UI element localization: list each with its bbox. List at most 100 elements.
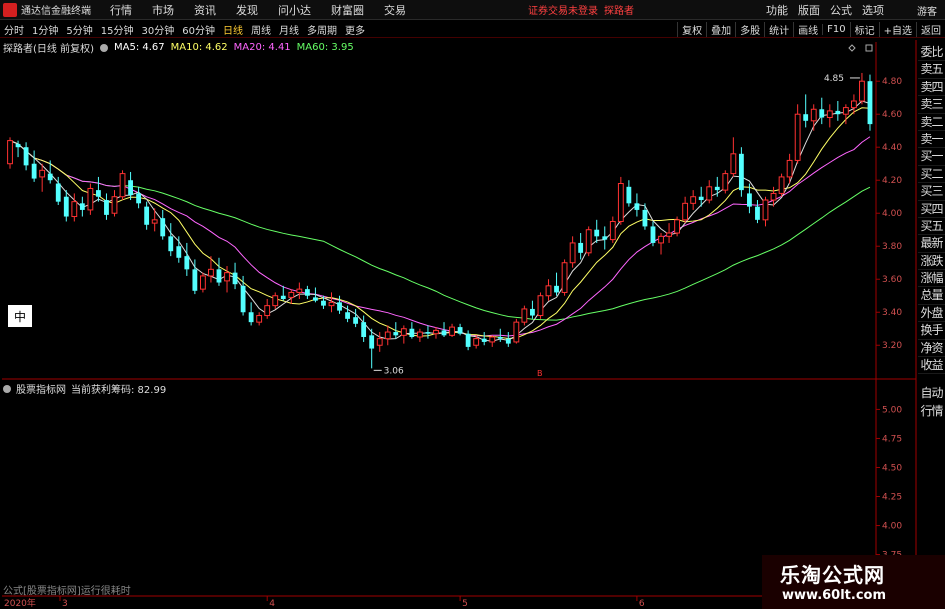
- candle-up: [794, 113, 801, 161]
- sidebar-item[interactable]: 卖三: [918, 96, 945, 114]
- candle-down: [345, 312, 350, 319]
- sub-tick-label: 4.00: [882, 522, 902, 532]
- candle-down: [160, 218, 166, 237]
- ma-legend: 探路者(日线 前复权) MA5: 4.67 MA10: 4.62 MA20: 4…: [3, 40, 360, 55]
- candle-down: [634, 203, 640, 210]
- ma60-label: MA60: 3.95: [296, 42, 354, 53]
- candle-up: [545, 285, 552, 297]
- sidebar-item[interactable]: 卖四: [918, 79, 945, 97]
- candle-down: [554, 285, 559, 293]
- sidebar-item[interactable]: 买一: [918, 148, 945, 166]
- candle-down: [337, 302, 342, 311]
- price-tick-label: 4.00: [882, 209, 902, 219]
- sidebar-item[interactable]: 最新: [918, 235, 945, 253]
- candle-down: [642, 209, 648, 227]
- candle-down: [240, 285, 246, 313]
- candle-down: [136, 193, 142, 204]
- candle-up: [617, 183, 624, 222]
- sub-pane-title[interactable]: 股票指标网: [16, 381, 66, 396]
- sidebar-item[interactable]: 涨跌: [918, 253, 945, 271]
- candle-up: [561, 262, 568, 293]
- sidebar-item[interactable]: 外盘: [918, 305, 945, 323]
- candle-down: [867, 81, 873, 125]
- candle-up: [842, 107, 849, 115]
- candle-down: [578, 242, 584, 253]
- sidebar-item[interactable]: 卖二: [918, 114, 945, 131]
- candle-up: [111, 196, 118, 214]
- candle-up: [850, 100, 857, 109]
- candle-up: [384, 331, 391, 340]
- candle-down: [144, 206, 150, 225]
- candle-up: [722, 173, 729, 191]
- sub-tick-label: 4.75: [882, 434, 902, 444]
- chart-title[interactable]: 探路者(日线 前复权): [3, 40, 94, 55]
- kline-chart[interactable]: 4.80 4.60 4.40 4.20 4.00 3.80 3.60 3.40 3.20 5.0…: [0, 0, 945, 609]
- sidebar-item[interactable]: 净资: [918, 340, 945, 358]
- window-restore-icon: [865, 44, 873, 52]
- brand-watermark: 乐淘公式网 www.60lt.com: [762, 555, 945, 609]
- sidebar-item[interactable]: 卖五: [918, 61, 945, 79]
- candle-down: [497, 336, 503, 339]
- sidebar-item[interactable]: 委比: [918, 44, 945, 62]
- price-axis: 4.80 4.60 4.40 4.20 4.00 3.80 3.60 3.40 3.20: [876, 77, 902, 351]
- candle-up: [272, 295, 279, 307]
- month-label: 3: [62, 599, 68, 609]
- candle-down: [23, 147, 29, 166]
- high-price-label: 4.85: [824, 74, 844, 84]
- candle-up: [296, 288, 303, 293]
- candle-up: [199, 275, 206, 290]
- candle-up: [585, 229, 592, 254]
- candle-down: [79, 203, 85, 210]
- sidebar-item[interactable]: 换手: [918, 322, 945, 340]
- settings-circle-icon[interactable]: [99, 43, 108, 52]
- candle-down: [216, 269, 222, 283]
- candle-down: [409, 328, 415, 337]
- candle-down: [393, 332, 399, 336]
- candle-down: [104, 200, 109, 215]
- candle-down: [803, 114, 809, 121]
- candle-up: [770, 192, 777, 201]
- sub-pane-legend: 股票指标网 当前获利筹码: 82.99: [3, 381, 171, 396]
- candle-up: [208, 268, 214, 277]
- candle-down: [369, 335, 375, 349]
- candle-up: [7, 140, 13, 165]
- candle-down: [313, 297, 318, 301]
- auto-label[interactable]: 自动: [918, 384, 945, 402]
- candle-down: [232, 272, 238, 285]
- sidebar-item[interactable]: 买二: [918, 166, 945, 184]
- sidebar-item[interactable]: 收益: [918, 357, 945, 375]
- auto-quote[interactable]: 自动 行情: [918, 384, 945, 420]
- sidebar-item[interactable]: 总量: [918, 287, 945, 305]
- candle-up: [433, 329, 439, 335]
- price-tick-label: 3.60: [882, 275, 902, 285]
- profit-chips-label: 当前获利筹码: 82.99: [71, 385, 167, 396]
- sub-tick-label: 5.00: [882, 405, 902, 415]
- candle-down: [465, 333, 471, 347]
- sidebar-item[interactable]: 买三: [918, 183, 945, 201]
- candle-up: [682, 202, 689, 221]
- candle-down: [481, 338, 487, 342]
- sidebar-item[interactable]: 卖一: [918, 131, 945, 149]
- sidebar-item[interactable]: 涨幅: [918, 270, 945, 288]
- low-price-label: 3.06: [384, 366, 404, 376]
- mid-button[interactable]: 中: [8, 305, 32, 327]
- candle-up: [826, 110, 833, 119]
- ma10-path: [9, 107, 871, 339]
- candle-down: [755, 206, 760, 220]
- candle-down: [738, 153, 744, 191]
- price-tick-label: 4.60: [882, 110, 902, 120]
- candle-up: [666, 232, 672, 237]
- candle-down: [698, 196, 704, 201]
- settings-circle-icon[interactable]: [3, 384, 11, 393]
- candle-down: [192, 269, 198, 291]
- candle-down: [248, 312, 254, 323]
- candle-down: [31, 163, 37, 179]
- candle-up: [569, 242, 576, 264]
- sub-tick-label: 4.50: [882, 463, 902, 473]
- candle-down: [457, 327, 463, 334]
- sidebar-item[interactable]: 买五: [918, 218, 945, 236]
- quote-label[interactable]: 行情: [918, 402, 945, 420]
- price-tick-label: 4.20: [882, 176, 902, 186]
- sidebar-item[interactable]: 买四: [918, 201, 945, 218]
- sub-axis: 5.004.754.504.254.003.75: [876, 405, 902, 561]
